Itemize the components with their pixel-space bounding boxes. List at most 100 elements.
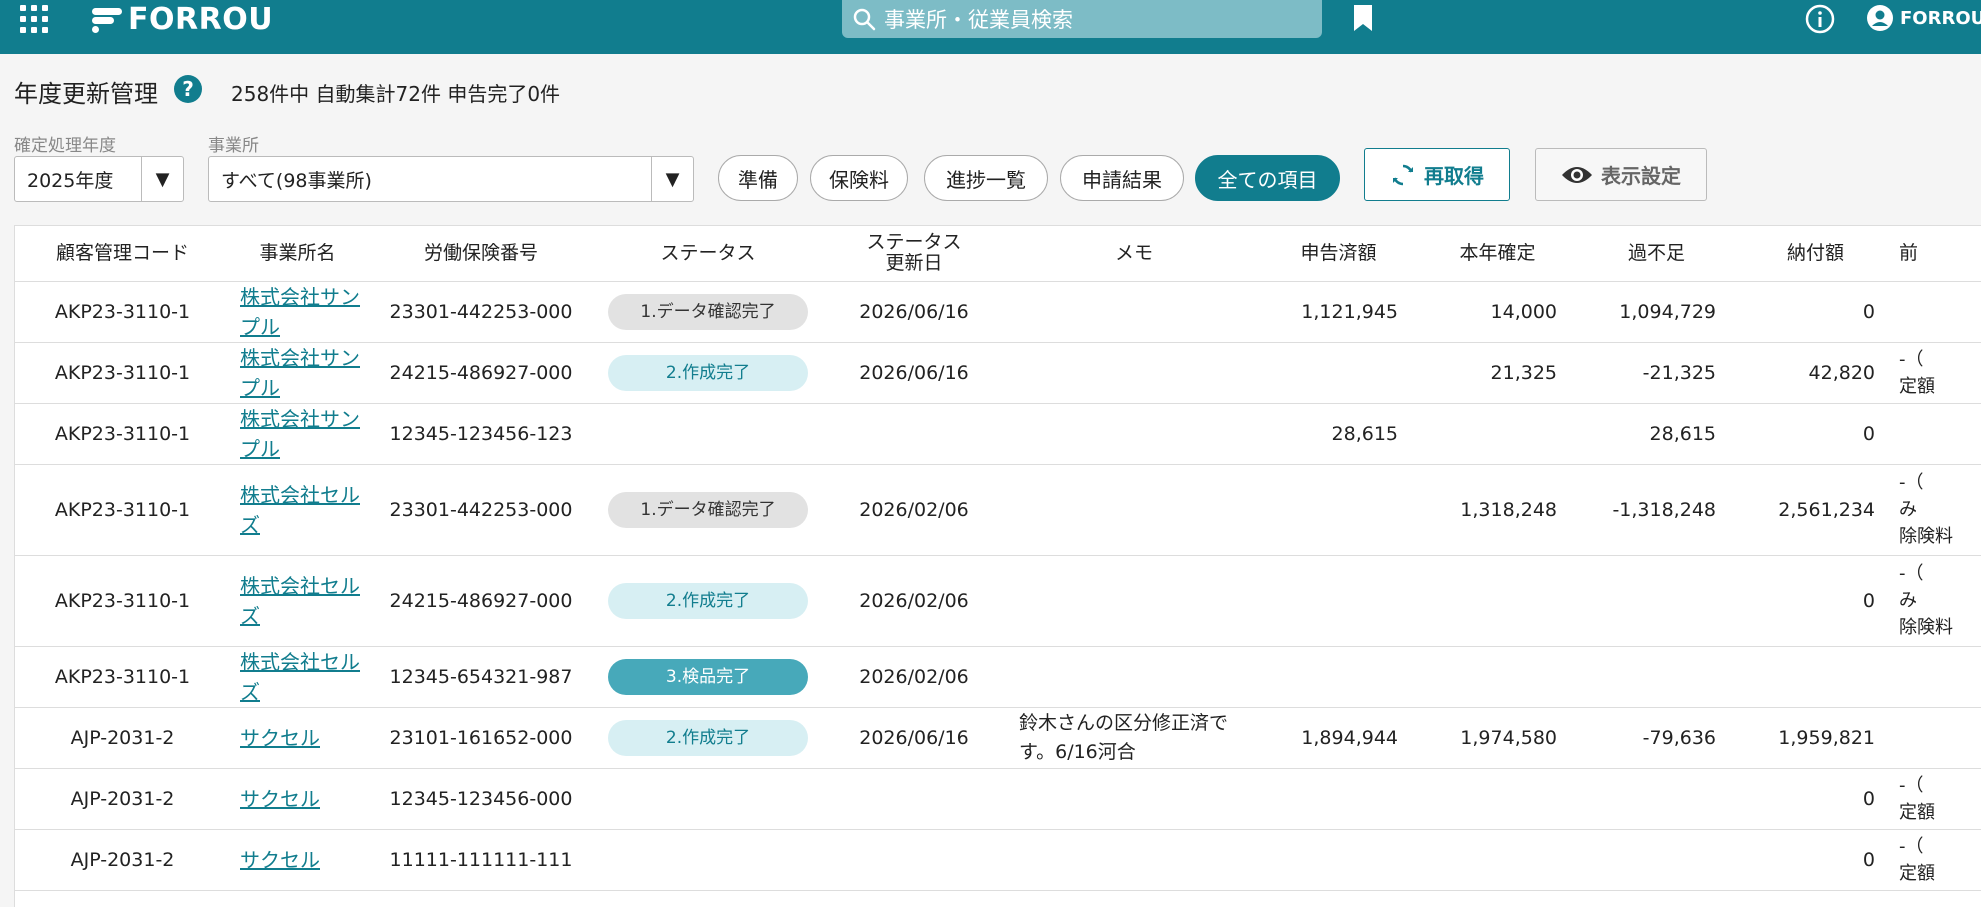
memo-cell[interactable] bbox=[1009, 646, 1259, 708]
prev-cell: -（ み 除険料 bbox=[1895, 464, 1981, 556]
table-row[interactable]: AKP23-3110-1 株式会社セルズ 24215-486927-000 2.作成完… bbox=[15, 555, 1981, 647]
office-name-cell[interactable] bbox=[230, 890, 365, 907]
status-date-cell: 2026/06/16 bbox=[819, 707, 1009, 769]
table-row[interactable]: AJP-2031-2 サクセル 11111-111111-111 0 -（ 定額 bbox=[15, 829, 1981, 891]
tab-progress[interactable]: 進捗一覧 bbox=[924, 155, 1048, 201]
payment-cell: 2,561,234 bbox=[1736, 464, 1895, 556]
memo-cell[interactable] bbox=[1009, 829, 1259, 891]
office-link[interactable]: 株式会社セルズ bbox=[230, 647, 365, 707]
customer-code-cell: AKP23-3110-1 bbox=[15, 281, 230, 343]
top-app-bar: FORROU 事業所・従業員検索 FORROU bbox=[0, 0, 1981, 54]
insurance-number-cell: 23301-442253-000 bbox=[365, 464, 597, 556]
refetch-button[interactable]: 再取得 bbox=[1364, 148, 1510, 201]
info-icon[interactable] bbox=[1805, 4, 1835, 34]
year-select[interactable]: 2025年度 ▼ bbox=[14, 156, 184, 202]
help-icon[interactable]: ? bbox=[174, 75, 202, 103]
col-header-memo[interactable]: メモ bbox=[1009, 226, 1259, 282]
customer-code-cell bbox=[15, 890, 230, 907]
office-name-cell[interactable]: サクセル bbox=[230, 768, 365, 830]
memo-cell[interactable] bbox=[1009, 281, 1259, 343]
office-name-cell[interactable]: 株式会社サンプル bbox=[230, 342, 365, 404]
table-row[interactable]: AKP23-3110-1 株式会社セルズ 23301-442253-000 1.データ… bbox=[15, 464, 1981, 556]
confirmed-amount-cell bbox=[1418, 768, 1577, 830]
table-row[interactable]: -（ bbox=[15, 890, 1981, 907]
office-name-cell[interactable]: 株式会社セルズ bbox=[230, 646, 365, 708]
office-name-cell[interactable]: 株式会社サンプル bbox=[230, 281, 365, 343]
insurance-number-cell: 24215-486927-000 bbox=[365, 342, 597, 404]
memo-cell[interactable] bbox=[1009, 555, 1259, 647]
brand-logo[interactable]: FORROU bbox=[92, 2, 273, 37]
memo-cell[interactable] bbox=[1009, 403, 1259, 465]
declared-amount-cell: 1,121,945 bbox=[1259, 281, 1418, 343]
data-table: 顧客管理コード 事業所名 労働保険番号 ステータス ステータス 更新日 メモ 申… bbox=[14, 225, 1981, 907]
col-header-confirmed[interactable]: 本年確定 bbox=[1418, 226, 1577, 282]
col-header-payment[interactable]: 納付額 bbox=[1736, 226, 1895, 282]
col-header-prev[interactable]: 前 bbox=[1895, 226, 1981, 282]
year-value: 2025年度 bbox=[27, 169, 114, 192]
difference-cell bbox=[1577, 890, 1736, 907]
confirmed-amount-cell bbox=[1418, 890, 1577, 907]
office-name-cell[interactable]: 株式会社セルズ bbox=[230, 555, 365, 647]
memo-cell[interactable] bbox=[1009, 342, 1259, 404]
office-name-cell[interactable]: サクセル bbox=[230, 829, 365, 891]
office-select[interactable]: すべて(98事業所) ▼ bbox=[208, 156, 694, 202]
col-header-status[interactable]: ステータス bbox=[597, 226, 819, 282]
search-icon bbox=[853, 8, 876, 31]
difference-cell: -79,636 bbox=[1577, 707, 1736, 769]
memo-cell[interactable] bbox=[1009, 890, 1259, 907]
office-link[interactable]: 株式会社サンプル bbox=[230, 343, 365, 403]
tab-all-items[interactable]: 全ての項目 bbox=[1195, 155, 1340, 201]
office-link[interactable]: サクセル bbox=[230, 845, 365, 875]
table-row[interactable]: AKP23-3110-1 株式会社サンプル 23301-442253-000 1.デー… bbox=[15, 281, 1981, 343]
apps-grid-icon[interactable] bbox=[20, 5, 48, 33]
table-row[interactable]: AKP23-3110-1 株式会社サンプル 12345-123456-123 28,6… bbox=[15, 403, 1981, 465]
difference-cell bbox=[1577, 768, 1736, 830]
office-link[interactable]: 株式会社セルズ bbox=[230, 571, 365, 631]
col-header-insurance-number[interactable]: 労働保険番号 bbox=[365, 226, 597, 282]
office-link[interactable]: サクセル bbox=[230, 723, 365, 753]
office-name-cell[interactable]: 株式会社セルズ bbox=[230, 464, 365, 556]
col-header-declared[interactable]: 申告済額 bbox=[1259, 226, 1418, 282]
status-date-cell bbox=[819, 768, 1009, 830]
status-badge: 1.データ確認完了 bbox=[608, 491, 808, 528]
prev-cell: -（ 定額 bbox=[1895, 768, 1981, 830]
prev-cell: -（ bbox=[1895, 890, 1981, 907]
table-row[interactable]: AJP-2031-2 サクセル 12345-123456-000 0 -（ 定額 bbox=[15, 768, 1981, 830]
office-link[interactable]: 株式会社サンプル bbox=[230, 282, 365, 342]
table-row[interactable]: AJP-2031-2 サクセル 23101-161652-000 2.作成完了 2026… bbox=[15, 707, 1981, 769]
search-input[interactable]: 事業所・従業員検索 bbox=[842, 0, 1322, 38]
declared-amount-cell bbox=[1259, 555, 1418, 647]
office-link[interactable]: 株式会社サンプル bbox=[230, 404, 365, 464]
confirmed-amount-cell: 1,318,248 bbox=[1418, 464, 1577, 556]
difference-cell: 1,094,729 bbox=[1577, 281, 1736, 343]
tab-premium[interactable]: 保険料 bbox=[810, 155, 908, 201]
status-date-cell: 2026/02/06 bbox=[819, 555, 1009, 647]
user-menu[interactable]: FORROU bbox=[1866, 4, 1981, 32]
status-date-cell bbox=[819, 890, 1009, 907]
bookmark-icon[interactable] bbox=[1352, 4, 1374, 32]
insurance-number-cell: 11111-111111-111 bbox=[365, 829, 597, 891]
table-row[interactable]: AKP23-3110-1 株式会社サンプル 24215-486927-000 2.作成… bbox=[15, 342, 1981, 404]
memo-cell[interactable] bbox=[1009, 464, 1259, 556]
col-header-status-date[interactable]: ステータス 更新日 bbox=[819, 226, 1009, 282]
memo-cell[interactable] bbox=[1009, 768, 1259, 830]
user-name: FORROU bbox=[1900, 7, 1981, 29]
prev-cell bbox=[1895, 281, 1981, 343]
col-header-difference[interactable]: 過不足 bbox=[1577, 226, 1736, 282]
col-header-office-name[interactable]: 事業所名 bbox=[230, 226, 365, 282]
office-name-cell[interactable]: 株式会社サンプル bbox=[230, 403, 365, 465]
office-link[interactable]: サクセル bbox=[230, 784, 365, 814]
display-settings-button[interactable]: 表示設定 bbox=[1535, 148, 1707, 201]
memo-cell[interactable]: 鈴木さんの区分修正済で す。6/16河合 bbox=[1009, 707, 1259, 769]
table-row[interactable]: AKP23-3110-1 株式会社セルズ 12345-654321-987 3.検品完… bbox=[15, 646, 1981, 708]
office-link[interactable]: 株式会社セルズ bbox=[230, 480, 365, 540]
insurance-number-cell: 23101-161652-000 bbox=[365, 707, 597, 769]
status-cell: 2.作成完了 bbox=[597, 707, 819, 769]
payment-cell: 0 bbox=[1736, 768, 1895, 830]
col-header-customer-code[interactable]: 顧客管理コード bbox=[15, 226, 230, 282]
tab-preparation[interactable]: 準備 bbox=[718, 155, 798, 201]
office-name-cell[interactable]: サクセル bbox=[230, 707, 365, 769]
tab-application-result[interactable]: 申請結果 bbox=[1060, 155, 1184, 201]
insurance-number-cell bbox=[365, 890, 597, 907]
declared-amount-cell bbox=[1259, 768, 1418, 830]
